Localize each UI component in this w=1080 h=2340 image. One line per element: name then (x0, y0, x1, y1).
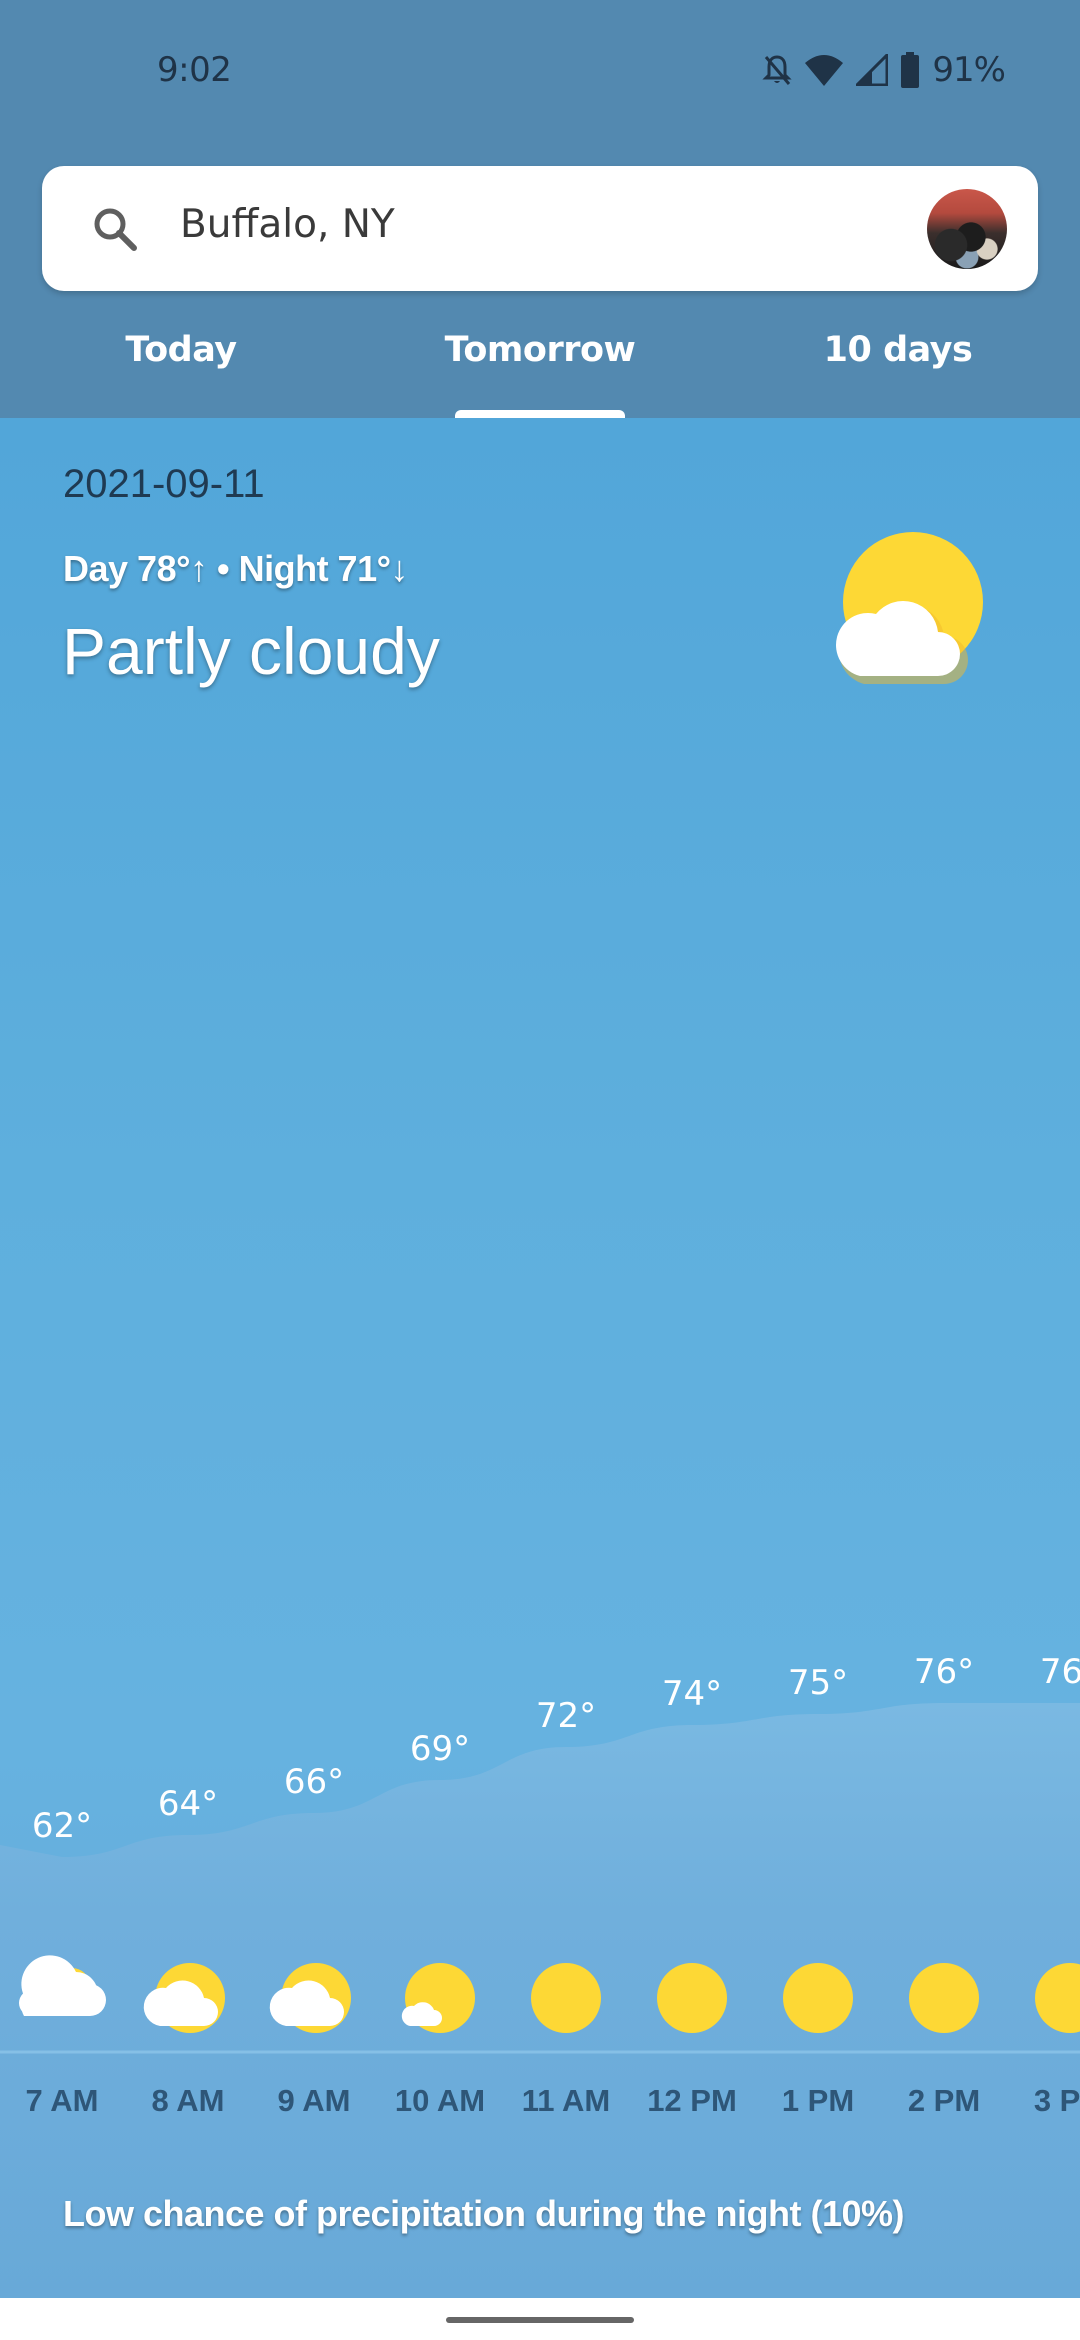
hourly-temp-label: 76° (1040, 1652, 1080, 1692)
account-avatar[interactable] (927, 189, 1007, 269)
tab-tomorrow[interactable]: Tomorrow (390, 330, 690, 370)
hourly-time-label: 7 AM (26, 2083, 99, 2118)
hourly-time-label: 9 AM (278, 2083, 351, 2118)
precipitation-note: Low chance of precipitation during the n… (63, 2193, 905, 2234)
forecast-panel: 2021-09-11 Day 78°↑ • Night 71°↓ Partly … (0, 418, 1080, 2298)
hourly-time-label: 11 AM (522, 2083, 610, 2118)
hourly-time-label: 2 PM (908, 2083, 980, 2118)
location-search-bar[interactable]: Buffalo, NY (42, 166, 1038, 291)
sunny-icon (783, 1963, 853, 2033)
battery-icon (900, 52, 920, 88)
hourly-temperature-chart: 62° 7 AM 64° 8 AM 66° 9 AM 69° 10 AM 72° 11 AM 74°… (0, 1652, 1080, 2298)
hourly-time-label: 12 PM (647, 2083, 737, 2118)
hourly-time-label: 1 PM (782, 2083, 854, 2118)
signal-icon (856, 54, 889, 86)
tab-today[interactable]: Today (31, 330, 331, 370)
battery-percent: 91% (932, 50, 1006, 90)
sunny-icon (531, 1963, 601, 2033)
hourly-temp-label: 75° (788, 1663, 848, 1703)
status-icons: 91% (762, 48, 1006, 92)
hourly-time-label: 10 AM (395, 2083, 485, 2118)
hourly-temp-label: 62° (32, 1806, 92, 1846)
hourly-time-label: 8 AM (152, 2083, 225, 2118)
wifi-icon (804, 53, 844, 87)
sunny-icon (909, 1963, 979, 2033)
selected-tab-indicator (455, 410, 625, 418)
hourly-temp-label: 66° (284, 1762, 344, 1802)
search-icon[interactable] (90, 204, 140, 259)
hourly-time-label: 3 PM (1034, 2083, 1080, 2118)
gesture-nav-handle[interactable] (446, 2317, 634, 2323)
location-input[interactable]: Buffalo, NY (180, 202, 395, 247)
hourly-temp-label: 69° (410, 1729, 470, 1769)
sunny-icon (657, 1963, 727, 2033)
tab-10-days[interactable]: 10 days (748, 330, 1048, 370)
app-header: 9:02 91% Buffalo, NY Today Tomorrow 10 d… (0, 0, 1080, 418)
hourly-temp-label: 76° (914, 1652, 974, 1692)
status-time: 9:02 (157, 50, 232, 90)
hourly-temp-label: 64° (158, 1784, 218, 1824)
bell-off-icon (762, 53, 793, 87)
hourly-temp-label: 72° (536, 1696, 596, 1736)
hourly-temp-label: 74° (662, 1674, 722, 1714)
